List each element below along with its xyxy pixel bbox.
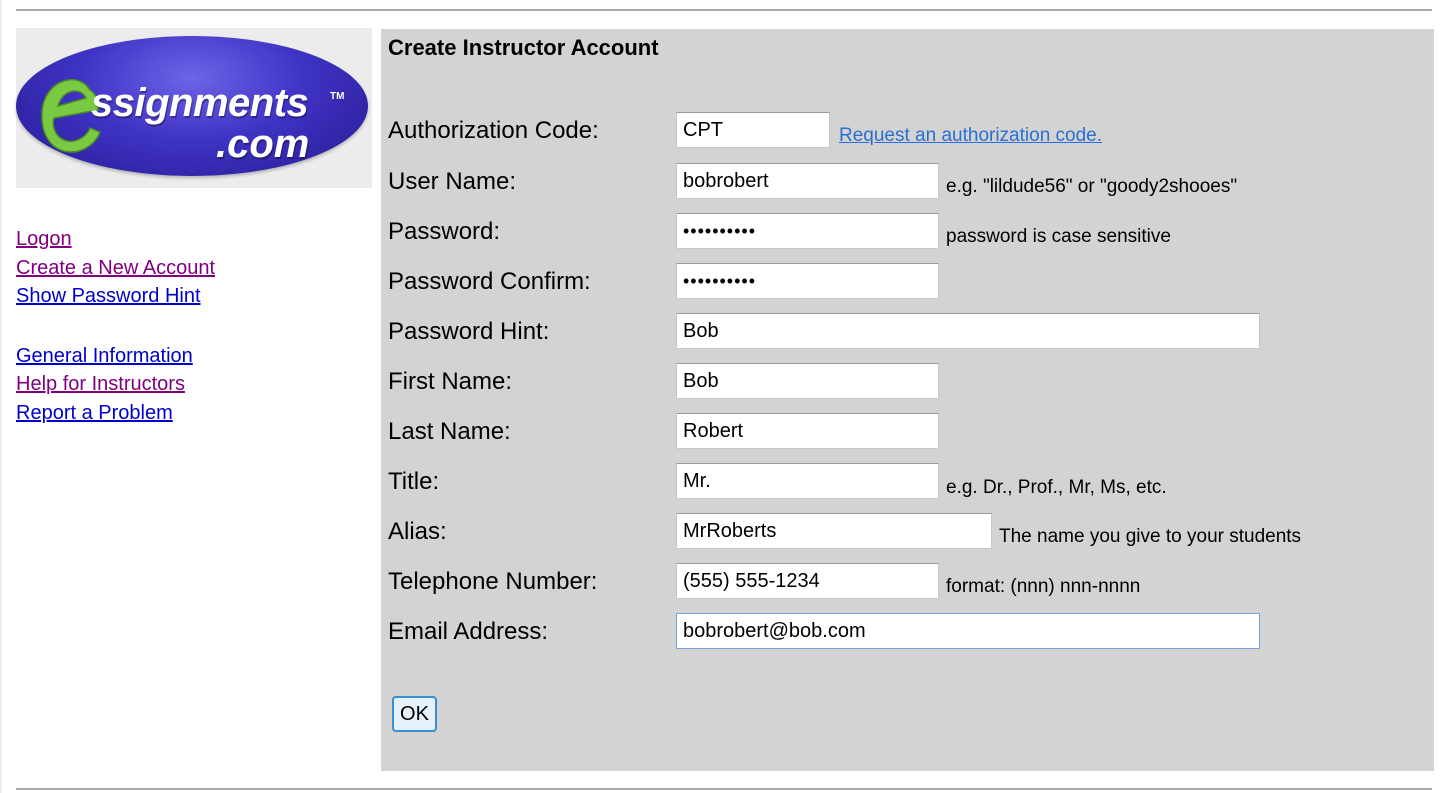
password-hint-label: Password Hint:: [388, 318, 550, 345]
bottom-divider: [16, 788, 1432, 790]
nav-create-account-link[interactable]: Create a New Account: [16, 254, 356, 283]
last-name-input[interactable]: [676, 413, 939, 449]
first-name-label: First Name:: [388, 368, 513, 395]
auth-code-input[interactable]: [676, 112, 830, 148]
email-input[interactable]: [676, 613, 1260, 649]
user-name-label: User Name:: [388, 168, 517, 195]
user-name-hint: e.g. "lildude56" or "goody2shooes": [946, 176, 1238, 197]
page: ssignments TM .com Logon Create a New Ac…: [0, 0, 1441, 793]
create-account-form: Create Instructor Account Authorization …: [381, 29, 1434, 771]
request-auth-code-link[interactable]: Request an authorization code.: [839, 125, 1102, 147]
password-label: Password:: [388, 218, 501, 245]
password-hint-input[interactable]: [676, 313, 1260, 349]
email-label: Email Address:: [388, 618, 549, 645]
password-input[interactable]: [676, 213, 939, 249]
telephone-label: Telephone Number:: [388, 568, 598, 595]
nav-logon-link[interactable]: Logon: [16, 225, 356, 254]
nav-report-problem-link[interactable]: Report a Problem: [16, 399, 356, 428]
logo-dotcom: .com: [216, 122, 310, 166]
password-confirm-label: Password Confirm:: [388, 268, 591, 295]
password-hint-text: password is case sensitive: [946, 226, 1171, 247]
top-divider: [16, 9, 1432, 11]
alias-input[interactable]: [676, 513, 992, 549]
title-hint: e.g. Dr., Prof., Mr, Ms, etc.: [946, 477, 1167, 498]
telephone-input[interactable]: [676, 563, 939, 599]
alias-hint: The name you give to your students: [999, 526, 1302, 547]
title-input[interactable]: [676, 463, 939, 499]
first-name-input[interactable]: [676, 363, 939, 399]
logo: ssignments TM .com: [16, 28, 372, 188]
auth-code-label: Authorization Code:: [388, 117, 599, 144]
nav-general-information-link[interactable]: General Information: [16, 342, 356, 371]
password-confirm-input[interactable]: [676, 263, 939, 299]
side-nav: Logon Create a New Account Show Password…: [16, 225, 356, 427]
nav-help-instructors-link[interactable]: Help for Instructors: [16, 370, 356, 399]
last-name-label: Last Name:: [388, 418, 511, 445]
title-label: Title:: [388, 468, 440, 495]
form-title: Create Instructor Account: [388, 35, 659, 60]
logo-wordmark: ssignments: [91, 81, 309, 125]
alias-label: Alias:: [388, 518, 447, 545]
left-border: [0, 0, 2, 793]
user-name-input[interactable]: [676, 163, 939, 199]
ok-button[interactable]: OK: [392, 696, 437, 732]
logo-ellipse: ssignments TM .com: [16, 36, 368, 176]
logo-trademark: TM: [330, 91, 345, 102]
telephone-hint: format: (nnn) nnn-nnnn: [946, 576, 1141, 597]
nav-show-password-hint-link[interactable]: Show Password Hint: [16, 282, 356, 311]
